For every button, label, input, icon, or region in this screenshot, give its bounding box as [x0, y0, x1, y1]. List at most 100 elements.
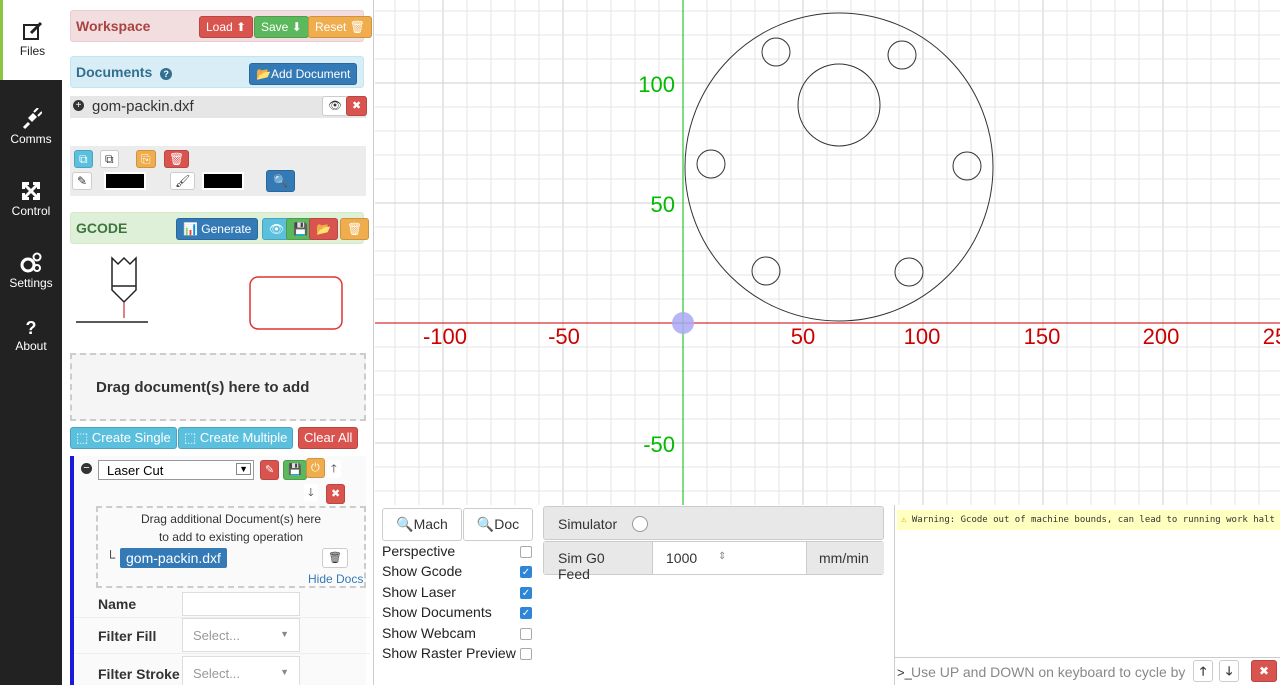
- history-up-icon[interactable]: 🡑: [1193, 660, 1214, 682]
- load-button[interactable]: Load ⬆: [199, 16, 254, 38]
- reset-label: Reset: [315, 20, 347, 34]
- magic-icon[interactable]: ✎: [260, 460, 280, 480]
- nav-about-label: About: [15, 339, 47, 353]
- nav-settings[interactable]: Settings: [0, 232, 62, 304]
- add-document-button[interactable]: 📂Add Document: [249, 63, 358, 85]
- history-down-icon[interactable]: 🡓: [1219, 660, 1240, 682]
- delete-gcode-icon[interactable]: 🗑: [340, 218, 370, 240]
- hide-docs-link[interactable]: Hide Docs: [308, 572, 363, 586]
- remove-op-doc-icon[interactable]: 🗑: [322, 548, 348, 568]
- simulator-toggle[interactable]: [632, 516, 648, 532]
- generate-button[interactable]: 📊 Generate: [176, 218, 259, 240]
- view-option-checkbox[interactable]: [520, 546, 532, 558]
- simulator-bar: Simulator: [543, 506, 884, 540]
- move-down-icon[interactable]: 🡓: [304, 484, 318, 502]
- stroke-pen-icon[interactable]: ✎: [72, 172, 93, 190]
- nav-comms-label: Comms: [10, 132, 52, 146]
- edit-icon: [22, 21, 42, 40]
- view-option-checkbox[interactable]: [520, 648, 532, 660]
- nav-files[interactable]: Files: [0, 0, 62, 80]
- bolt-hole: [887, 40, 917, 70]
- power-icon[interactable]: ⏻: [306, 458, 325, 478]
- prompt-icon: >_: [897, 665, 912, 680]
- view-option-label: Show Laser: [382, 583, 456, 600]
- save-label: Save: [261, 20, 289, 34]
- stroke-color-swatch[interactable]: [104, 172, 146, 190]
- load-label: Load: [206, 20, 233, 34]
- document-dropzone[interactable]: Drag document(s) here to add: [70, 353, 366, 421]
- question-icon: ?: [25, 318, 37, 338]
- view-option-row[interactable]: Perspective: [382, 543, 532, 559]
- reset-button[interactable]: Reset 🗑: [308, 16, 372, 38]
- filter-fill-select[interactable]: Select... ▼: [182, 618, 300, 652]
- frame-icon: ⬚: [76, 430, 89, 445]
- nav-control-label: Control: [11, 204, 51, 218]
- expand-icon[interactable]: +: [73, 100, 84, 111]
- sim-feed-input[interactable]: 1000: [666, 550, 697, 566]
- move-up-icon[interactable]: 🡑: [327, 460, 341, 478]
- doc-view-button[interactable]: 🔍Doc: [463, 508, 533, 541]
- name-input[interactable]: [182, 592, 300, 616]
- nav-about[interactable]: ? About: [0, 304, 62, 376]
- visibility-toggle[interactable]: 👁: [322, 96, 348, 116]
- doc-label: Doc: [494, 516, 520, 532]
- documents-title: Documents: [76, 64, 153, 80]
- open-gcode-icon[interactable]: 📂: [309, 218, 338, 240]
- warning-icon: ⚠: [901, 515, 907, 525]
- trash-icon: 🗑: [349, 20, 365, 34]
- gcode-title: GCODE: [76, 220, 128, 236]
- console-input-row: >_ Use UP and DOWN on keyboard to cycle …: [895, 657, 1280, 685]
- view-option-row[interactable]: Show Webcam: [382, 625, 532, 641]
- bolt-hole: [761, 37, 791, 67]
- document-row[interactable]: + gom-packin.dxf 👁 ✖: [70, 96, 368, 118]
- warning-text: Warning: Gcode out of machine bounds, ca…: [911, 515, 1275, 525]
- clone-icon[interactable]: ⎘: [136, 150, 156, 168]
- workspace-canvas[interactable]: -100 -50 50 100 150 200 25 100 50 -50: [375, 0, 1280, 505]
- fill-brush-icon[interactable]: 🖌: [170, 172, 196, 190]
- view-option-checkbox[interactable]: ✓: [520, 566, 532, 579]
- create-single-label: Create Single: [91, 430, 171, 445]
- view-option-row[interactable]: Show Gcode ✓: [382, 563, 532, 579]
- select-none-icon[interactable]: ⧉: [100, 150, 119, 168]
- view-option-checkbox[interactable]: ✓: [520, 607, 532, 620]
- spinner-icon[interactable]: ⇕: [718, 551, 726, 562]
- select-all-icon[interactable]: ⧉: [74, 150, 93, 168]
- filter-fill-placeholder: Select...: [193, 628, 240, 643]
- x-tick-label: 50: [791, 324, 815, 349]
- caret-down-icon: ▼: [280, 629, 289, 639]
- save-workspace-button[interactable]: Save ⬇: [254, 16, 309, 38]
- grid-svg: -100 -50 50 100 150 200 25 100 50 -50: [375, 0, 1280, 505]
- collapse-icon[interactable]: −: [81, 463, 92, 474]
- view-option-row[interactable]: Show Laser ✓: [382, 583, 532, 600]
- nav-settings-label: Settings: [9, 276, 53, 290]
- remove-op-icon[interactable]: ✖: [326, 484, 346, 504]
- clear-console-icon[interactable]: ✖: [1251, 660, 1278, 682]
- operation-document-tag[interactable]: gom-packin.dxf: [120, 548, 227, 568]
- remove-document-button[interactable]: ✖: [346, 96, 368, 116]
- view-option-checkbox[interactable]: [520, 627, 532, 640]
- save-op-icon[interactable]: 💾: [283, 460, 307, 480]
- x-tick-label: 100: [904, 324, 941, 349]
- filter-stroke-select[interactable]: Select... ▼: [182, 656, 300, 685]
- operation-type-select[interactable]: Laser Cut ▼: [98, 460, 254, 480]
- search-icon[interactable]: 🔍: [266, 170, 295, 192]
- gears-icon: [20, 252, 42, 273]
- fill-color-swatch[interactable]: [202, 172, 244, 190]
- create-multiple-button[interactable]: ⬚ Create Multiple: [178, 427, 294, 449]
- nav-comms[interactable]: Comms: [0, 88, 62, 160]
- nav-control[interactable]: Control: [0, 160, 62, 232]
- material-outline: [249, 276, 343, 330]
- clear-all-button[interactable]: Clear All: [298, 427, 359, 449]
- add-document-label: Add Document: [270, 67, 351, 81]
- simulator-label: Simulator: [558, 516, 618, 532]
- view-option-row[interactable]: Show Raster Preview: [382, 645, 532, 661]
- operation-doc-dropzone[interactable]: Drag additional Document(s) here to add …: [96, 506, 366, 588]
- create-single-button[interactable]: ⬚ Create Single: [70, 427, 177, 449]
- view-option-checkbox[interactable]: ✓: [520, 586, 532, 599]
- mach-view-button[interactable]: 🔍Mach: [382, 508, 462, 541]
- delete-icon[interactable]: 🗑: [164, 150, 190, 168]
- console-input[interactable]: Use UP and DOWN on keyboard to cycle by: [911, 664, 1185, 680]
- operation-type-value: Laser Cut: [107, 463, 164, 478]
- help-icon[interactable]: ?: [160, 68, 173, 80]
- view-option-row[interactable]: Show Documents ✓: [382, 604, 532, 620]
